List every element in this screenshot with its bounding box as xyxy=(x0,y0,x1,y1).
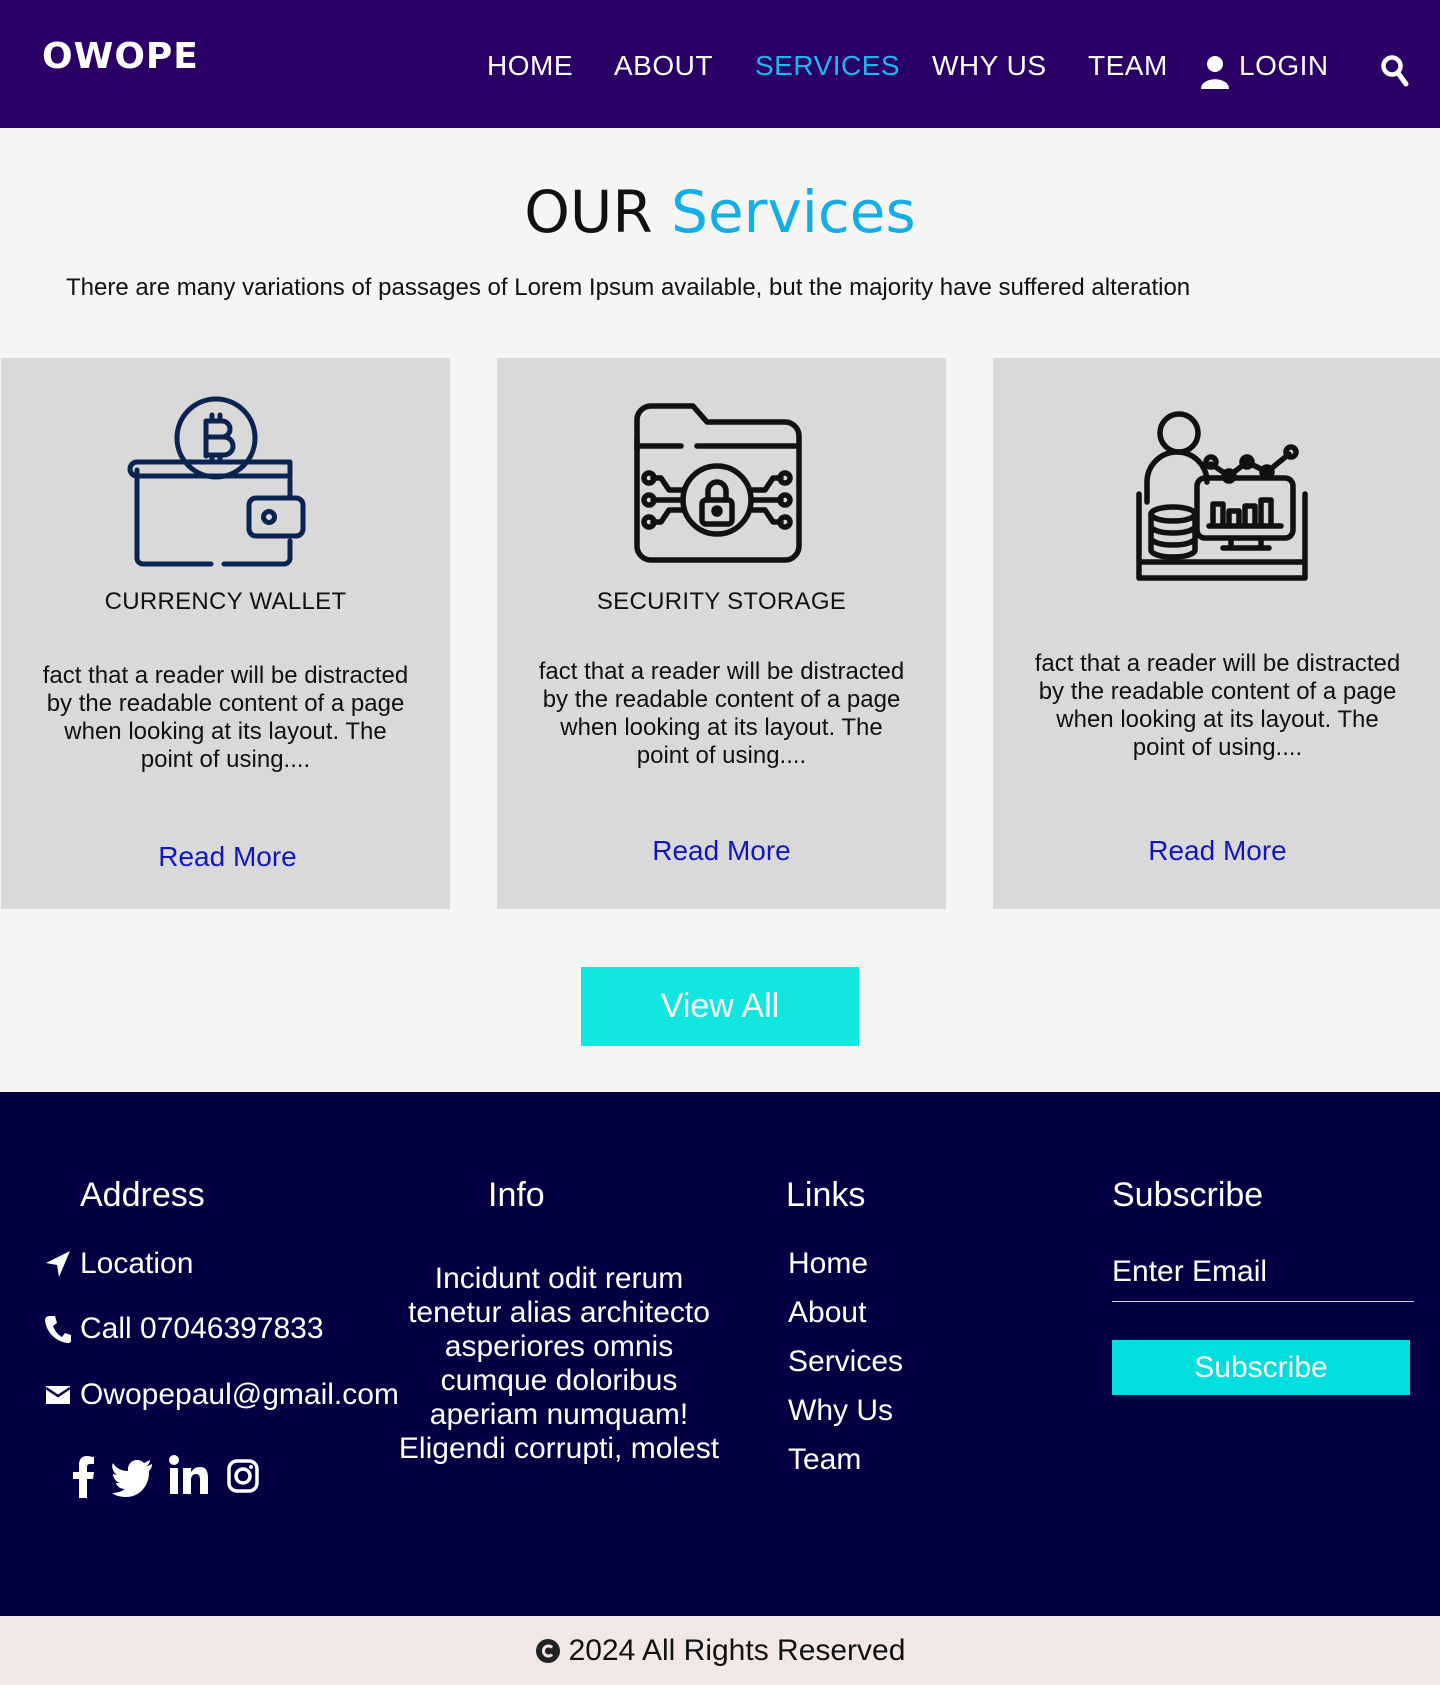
subscribe-button[interactable]: Subscribe xyxy=(1112,1340,1410,1395)
info-heading: Info xyxy=(488,1176,545,1214)
copyright-bar: 2024 All Rights Reserved xyxy=(0,1616,1440,1685)
secure-folder-icon xyxy=(634,403,802,563)
footer-link-about[interactable]: About xyxy=(788,1296,866,1330)
location-arrow-icon xyxy=(46,1251,70,1277)
copyright-icon xyxy=(535,1638,560,1663)
card-title: CURRENCY WALLET xyxy=(104,588,347,615)
location-text: Location xyxy=(80,1247,194,1280)
links-heading: Links xyxy=(786,1176,866,1214)
service-card: SECURITY STORAGE fact that a reader will… xyxy=(497,358,946,909)
twitter-icon[interactable] xyxy=(112,1454,154,1500)
bitcoin-wallet-icon xyxy=(127,396,306,567)
card-description: fact that a reader will be distracted by… xyxy=(538,658,905,769)
nav-services[interactable]: SERVICES xyxy=(755,50,900,82)
footer-link-team[interactable]: Team xyxy=(788,1443,861,1477)
view-all-button[interactable]: View All xyxy=(581,967,859,1046)
section-title: OUR Services xyxy=(0,178,1440,246)
section-subtitle: There are many variations of passages of… xyxy=(66,274,1191,301)
nav-why-us[interactable]: WHY US xyxy=(932,50,1047,82)
address-heading: Address xyxy=(80,1176,205,1214)
address-phone[interactable]: Call 07046397833 xyxy=(44,1312,324,1346)
search-icon[interactable] xyxy=(1380,54,1410,88)
card-description: fact that a reader will be distracted by… xyxy=(1034,650,1401,761)
footer-link-home[interactable]: Home xyxy=(788,1247,868,1281)
card-description: fact that a reader will be distracted by… xyxy=(42,662,409,773)
email-text: Owopepaul@gmail.com xyxy=(80,1378,399,1411)
nav-team[interactable]: TEAM xyxy=(1088,50,1168,82)
card-title: SECURITY STORAGE xyxy=(596,588,847,615)
phone-icon xyxy=(45,1316,71,1343)
read-more-link[interactable]: Read More xyxy=(993,835,1440,867)
service-card: CURRENCY WALLET fact that a reader will … xyxy=(1,358,450,909)
address-email[interactable]: Owopepaul@gmail.com xyxy=(44,1378,399,1412)
linkedin-icon[interactable] xyxy=(168,1454,210,1500)
subscribe-heading: Subscribe xyxy=(1112,1176,1264,1214)
nav-home[interactable]: HOME xyxy=(487,50,573,82)
instagram-icon[interactable] xyxy=(226,1454,260,1500)
copyright-text: 2024 All Rights Reserved xyxy=(568,1633,906,1667)
nav-login[interactable]: LOGIN xyxy=(1239,50,1329,82)
read-more-link[interactable]: Read More xyxy=(3,841,452,873)
read-more-link[interactable]: Read More xyxy=(497,835,946,867)
email-input[interactable] xyxy=(1112,1242,1414,1302)
user-icon xyxy=(1201,56,1229,89)
nav-about[interactable]: ABOUT xyxy=(614,50,713,82)
site-logo[interactable]: OWOPE xyxy=(42,36,199,77)
address-location: Location xyxy=(44,1247,193,1281)
envelope-icon xyxy=(45,1386,71,1404)
facebook-icon[interactable] xyxy=(68,1454,98,1500)
phone-text: Call 07046397833 xyxy=(80,1312,324,1345)
site-header: OWOPE HOME ABOUT SERVICES WHY US TEAM LO… xyxy=(0,0,1440,128)
service-card: fact that a reader will be distracted by… xyxy=(993,358,1440,909)
section-title-main: OUR xyxy=(524,178,653,246)
footer-link-why-us[interactable]: Why Us xyxy=(788,1394,893,1428)
section-title-accent: Services xyxy=(671,178,916,246)
info-text: Incidunt odit rerum tenetur alias archit… xyxy=(398,1262,720,1465)
analytics-person-icon xyxy=(1136,411,1308,581)
site-footer: Address Location Call 07046397833 Owopep… xyxy=(0,1092,1440,1616)
footer-link-services[interactable]: Services xyxy=(788,1345,903,1379)
